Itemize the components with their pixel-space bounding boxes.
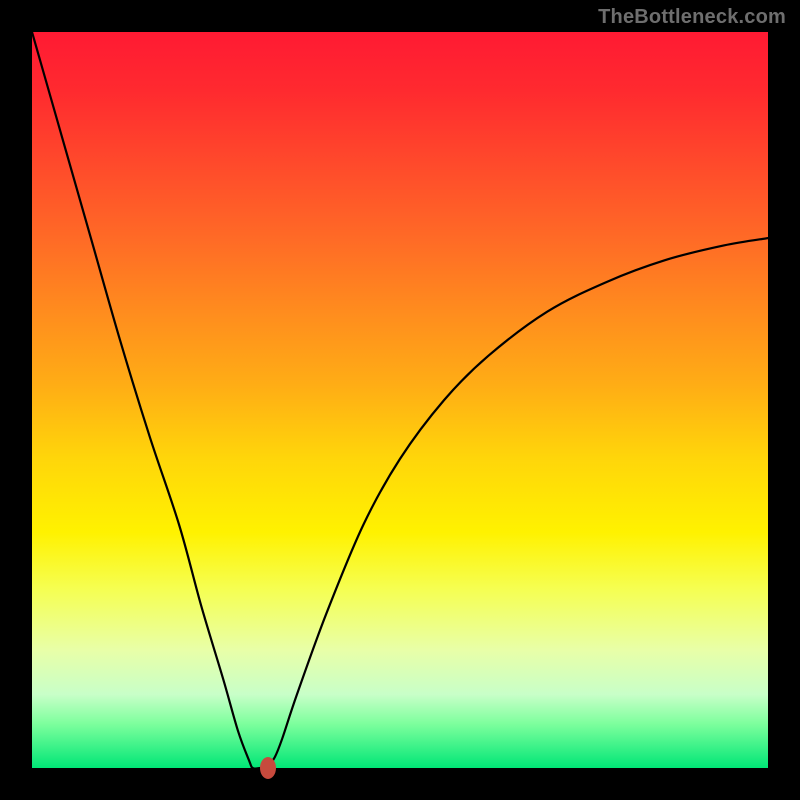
watermark-text: TheBottleneck.com: [598, 6, 786, 29]
optimal-point-marker: [260, 757, 276, 779]
curve-path: [32, 32, 768, 768]
plot-area: [32, 32, 768, 768]
chart-frame: TheBottleneck.com: [0, 0, 800, 800]
bottleneck-curve: [32, 32, 768, 768]
